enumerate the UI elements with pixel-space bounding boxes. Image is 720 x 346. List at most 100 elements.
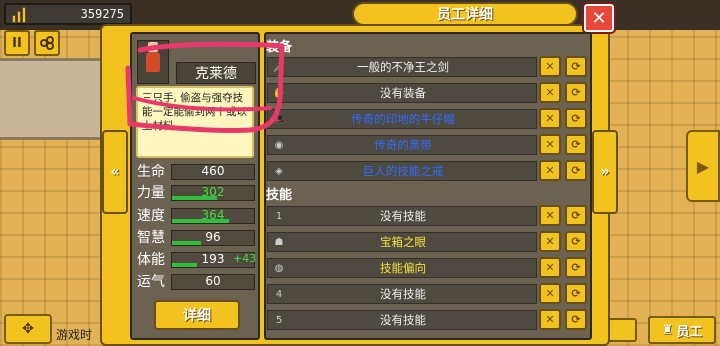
slot-number: 4 (275, 288, 283, 300)
skills-row: ◍ 技能偏向 (267, 258, 537, 278)
close-icon: ✕ (591, 7, 607, 29)
skills-remove-button[interactable]: ✕ (539, 205, 561, 226)
skills-name: 没有技能 (380, 209, 426, 223)
equipment-name: 一般的不净王之剑 (357, 60, 449, 74)
glove-icon: ✋ (272, 87, 286, 99)
stat-row: 智慧 96 (137, 228, 255, 248)
swap-icon: ⟳ (571, 138, 581, 151)
close-button[interactable]: ✕ (582, 2, 616, 34)
stat-row: 力量 302 (137, 183, 255, 203)
world-next-button[interactable]: ▶ (686, 130, 720, 202)
belt-icon: ◉ (274, 139, 284, 151)
stat-row: 生命 460 (137, 162, 255, 182)
equipment-swap-button[interactable]: ⟳ (565, 108, 587, 129)
detail-button[interactable]: 详细 (154, 300, 240, 330)
ring-icon: ◈ (275, 165, 283, 177)
skills-row: 5 没有技能 (267, 310, 537, 330)
remove-icon: ✕ (545, 313, 555, 326)
employee-portrait (137, 40, 169, 84)
skills-header: 技能 (266, 188, 293, 203)
share-button[interactable] (34, 30, 60, 56)
avatar (146, 42, 160, 72)
skills-name: 宝箱之眼 (380, 235, 426, 249)
slot-number: 5 (275, 314, 283, 326)
hat-icon: 🎩 (272, 113, 286, 125)
skills-remove-button[interactable]: ✕ (539, 309, 561, 330)
swap-icon: ⟳ (571, 235, 581, 248)
stat-bonus: +43 (233, 252, 257, 265)
stat-value: 364 (201, 208, 225, 222)
money-display: 359275 (4, 3, 132, 25)
equipment-remove-button[interactable]: ✕ (539, 160, 561, 181)
share-icon (40, 36, 54, 50)
stat-label: 体能 (137, 252, 165, 268)
skills-row: ☗ 宝箱之眼 (267, 232, 537, 252)
chest-eye-icon: ☗ (274, 236, 284, 248)
remove-icon: ✕ (545, 138, 555, 151)
skills-swap-button[interactable]: ⟳ (565, 231, 587, 252)
swap-icon: ⟳ (571, 287, 581, 300)
equipment-swap-button[interactable]: ⟳ (565, 56, 587, 77)
stat-label: 智慧 (137, 230, 165, 246)
move-control-button[interactable]: ✥ (4, 314, 52, 344)
world-menu-button[interactable] (607, 318, 637, 342)
equipment-name: 传奇的黑带 (374, 138, 432, 152)
stat-row: 体能 193 +43 (137, 250, 257, 270)
skills-row: 1 没有技能 (267, 206, 537, 226)
equipment-name: 巨人的技能之戒 (362, 164, 444, 178)
remove-icon: ✕ (545, 164, 555, 177)
double-chevron-right-icon: » (600, 164, 610, 180)
stat-value: 96 (205, 230, 221, 244)
remove-icon: ✕ (545, 209, 555, 222)
employee-description: 三只手, 偷盗与强夺技能一定能偷到两个或以上材料 (136, 86, 254, 158)
stat-label: 速度 (137, 208, 165, 224)
skills-remove-button[interactable]: ✕ (539, 283, 561, 304)
equipment-swap-button[interactable]: ⟳ (565, 134, 587, 155)
swap-icon: ⟳ (571, 209, 581, 222)
equipment-row: ✋ 没有装备 (267, 83, 537, 103)
equipment-remove-button[interactable]: ✕ (539, 108, 561, 129)
equipment-remove-button[interactable]: ✕ (539, 56, 561, 77)
globe-icon: ◍ (274, 262, 284, 274)
equipment-remove-button[interactable]: ✕ (539, 134, 561, 155)
swap-icon: ⟳ (571, 261, 581, 274)
stat-label: 生命 (137, 164, 165, 180)
remove-icon: ✕ (545, 235, 555, 248)
skills-name: 没有技能 (380, 313, 426, 327)
remove-icon: ✕ (545, 86, 555, 99)
equipment-name: 没有装备 (380, 86, 426, 100)
dialog-title: 员工详细 (352, 2, 578, 26)
swap-icon: ⟳ (571, 60, 581, 73)
remove-icon: ✕ (545, 112, 555, 125)
slot-number: 1 (275, 210, 283, 222)
skills-name: 技能偏向 (380, 261, 426, 275)
stat-row: 速度 364 (137, 206, 255, 226)
equipment-row: ◈ 巨人的技能之戒 (267, 161, 537, 181)
equipment-header: 装备 (266, 40, 293, 55)
skills-swap-button[interactable]: ⟳ (565, 309, 587, 330)
skills-swap-button[interactable]: ⟳ (565, 283, 587, 304)
swap-icon: ⟳ (571, 112, 581, 125)
staff-button[interactable]: ♜ 员工 (648, 316, 716, 344)
dpad-icon: ✥ (22, 321, 34, 337)
equipment-swap-button[interactable]: ⟳ (565, 160, 587, 181)
skills-row: 4 没有技能 (267, 284, 537, 304)
prev-employee-button[interactable]: « (102, 130, 128, 214)
stat-value: 460 (201, 164, 225, 178)
game-time-label: 游戏时 (56, 328, 93, 342)
equipment-swap-button[interactable]: ⟳ (565, 82, 587, 103)
double-chevron-left-icon: « (110, 164, 120, 180)
equipment-remove-button[interactable]: ✕ (539, 82, 561, 103)
skills-remove-button[interactable]: ✕ (539, 257, 561, 278)
skills-remove-button[interactable]: ✕ (539, 231, 561, 252)
remove-icon: ✕ (545, 261, 555, 274)
next-employee-button[interactable]: » (592, 130, 618, 214)
equipment-name: 传奇的印地的牛仔帽 (351, 112, 455, 126)
pause-button[interactable]: II (4, 30, 30, 56)
skills-swap-button[interactable]: ⟳ (565, 257, 587, 278)
skills-swap-button[interactable]: ⟳ (565, 205, 587, 226)
staff-label: 员工 (676, 324, 703, 340)
equipment-row: ◉ 传奇的黑带 (267, 135, 537, 155)
sword-icon: 🗡 (272, 61, 286, 73)
staff-icon: ♜ (661, 322, 674, 338)
